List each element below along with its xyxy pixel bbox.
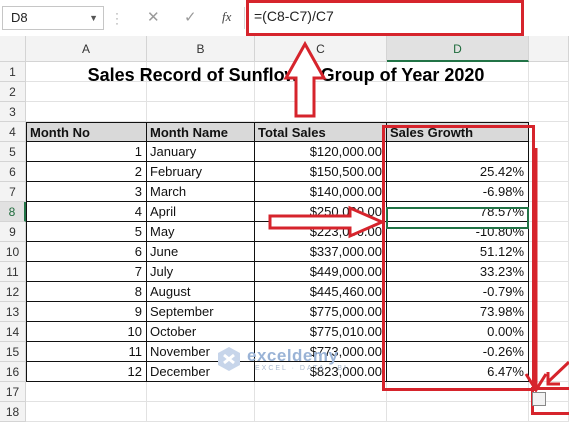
arrow-down-icon (524, 148, 548, 393)
watermark-tagline: EXCEL · DATA · BI (255, 365, 348, 372)
arrow-right-icon (268, 205, 386, 239)
quick-analysis-icon[interactable] (532, 392, 546, 406)
watermark-name: exceldemy (247, 346, 339, 365)
arrow-down-right-icon (546, 360, 569, 386)
exceldemy-logo-icon (218, 347, 240, 371)
arrow-up-icon (283, 40, 327, 118)
